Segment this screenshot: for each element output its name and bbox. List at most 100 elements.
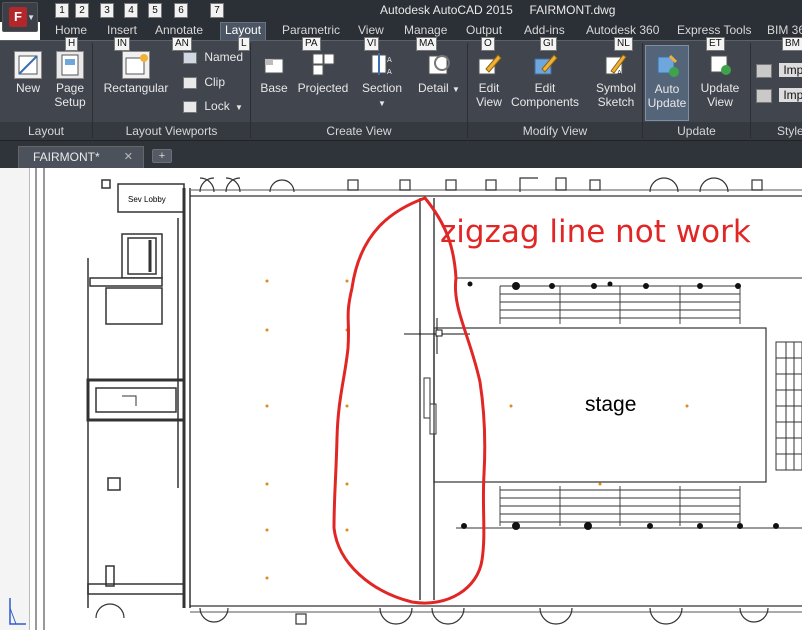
detail-view-button[interactable]: Detail ▼ xyxy=(418,51,460,97)
tab-manage[interactable]: Manage xyxy=(404,23,447,37)
edit-view-icon xyxy=(475,51,503,79)
keytip-view: VI xyxy=(364,37,380,51)
new-layout-label: New xyxy=(15,81,40,95)
update-view-label-line2: View xyxy=(707,95,733,109)
chevron-down-icon: ▼ xyxy=(27,13,35,22)
ucs-icon xyxy=(9,598,26,625)
import-style-button-1[interactable]: Imp xyxy=(756,63,802,78)
auto-update-button[interactable]: Auto Update xyxy=(645,45,689,121)
clip-icon xyxy=(183,76,197,89)
page-setup-button[interactable]: Page Setup xyxy=(50,51,90,109)
document-tab-label: FAIRMONT* xyxy=(33,150,100,164)
detail-view-icon xyxy=(425,51,453,79)
app-name: Autodesk AutoCAD 2015 xyxy=(380,3,513,17)
auto-update-label-line1: Auto xyxy=(654,82,680,96)
panel-title-create-view: Create View xyxy=(251,122,467,140)
quick-access-keytip[interactable]: 3 xyxy=(100,3,114,18)
title-bar: F ▼ 1 2 3 4 5 6 7 Autodesk AutoCAD 2015 … xyxy=(0,0,802,32)
symbol-sketch-button[interactable]: A Symbol Sketch xyxy=(590,51,642,109)
keytip-insert: IN xyxy=(114,37,130,51)
document-tab-fairmont[interactable]: FAIRMONT* ✕ xyxy=(18,146,144,169)
panel-title-layout-viewports: Layout Viewports xyxy=(93,122,250,140)
import-style-button-2[interactable]: Imp xyxy=(756,88,802,103)
tab-express-tools[interactable]: Express Tools xyxy=(677,23,751,37)
base-view-label: Base xyxy=(260,81,288,95)
lock-label: Lock xyxy=(204,99,230,113)
close-icon[interactable]: ✕ xyxy=(124,147,133,168)
named-viewports-icon xyxy=(183,51,197,64)
keytip-annotate: AN xyxy=(172,37,192,51)
rectangular-viewport-button[interactable]: Rectangular xyxy=(100,51,172,95)
edit-view-button[interactable]: Edit View xyxy=(472,51,506,109)
quick-access-keytip[interactable]: 4 xyxy=(124,3,138,18)
tab-insert[interactable]: Insert xyxy=(107,23,137,37)
application-menu-button[interactable]: F ▼ xyxy=(2,2,38,32)
symbol-sketch-icon: A xyxy=(602,51,630,79)
tab-parametric[interactable]: Parametric xyxy=(282,23,340,37)
tab-add-ins[interactable]: Add-ins xyxy=(524,23,565,37)
section-view-label: Section xyxy=(361,81,403,95)
rectangular-viewport-label: Rectangular xyxy=(103,81,169,95)
edit-view-label-line2: View xyxy=(476,95,502,109)
clip-viewport-button[interactable]: Clip xyxy=(183,75,225,89)
panel-title-update: Update xyxy=(643,122,750,140)
keytip-output: O xyxy=(481,37,495,51)
svg-text:A: A xyxy=(387,56,392,64)
edit-components-label-line1: Edit xyxy=(534,81,556,95)
tab-bim-360[interactable]: BIM 36 xyxy=(767,23,802,37)
update-view-label-line1: Update xyxy=(700,81,740,95)
keytip-bim-360: BM xyxy=(782,37,802,51)
update-view-icon xyxy=(706,51,734,79)
projected-view-label: Projected xyxy=(297,81,349,95)
file-name: FAIRMONT.dwg xyxy=(529,3,616,17)
service-wing xyxy=(86,179,191,608)
quick-access-keytip[interactable]: 6 xyxy=(174,3,188,18)
quick-access-keytip[interactable]: 1 xyxy=(55,3,69,18)
seating-rows-north xyxy=(456,277,802,324)
symbol-sketch-label-line1: Symbol xyxy=(595,81,636,95)
lock-viewport-button[interactable]: Lock ▼ xyxy=(183,99,243,115)
quick-access-keytip[interactable]: 7 xyxy=(210,3,224,18)
quick-access-keytip[interactable]: 2 xyxy=(75,3,89,18)
update-view-button[interactable]: Update View xyxy=(695,51,745,109)
edit-view-label-line1: Edit xyxy=(478,81,500,95)
svg-text:A: A xyxy=(617,69,622,77)
edit-components-button[interactable]: Edit Components xyxy=(508,51,582,109)
tab-view[interactable]: View xyxy=(358,23,384,37)
tab-home[interactable]: Home xyxy=(55,23,87,37)
chevron-down-icon: ▼ xyxy=(235,103,243,112)
style-icon xyxy=(756,88,772,103)
south-wall xyxy=(95,603,802,625)
keytip-autodesk-360: NL xyxy=(614,37,633,51)
drawing-canvas[interactable]: zigzag line not work stage Sev Lobby xyxy=(0,168,802,630)
keytip-add-ins: GI xyxy=(540,37,557,51)
tab-output[interactable]: Output xyxy=(466,23,502,37)
ribbon-panel-area: New Page Setup Layout Rectangular Named … xyxy=(0,40,802,140)
import-style-label-2: Imp xyxy=(779,88,802,102)
new-tab-button[interactable]: + xyxy=(152,149,172,163)
new-layout-button[interactable]: New xyxy=(6,51,50,95)
projected-view-button[interactable]: Projected xyxy=(294,51,352,95)
named-viewports-button[interactable]: Named xyxy=(183,50,243,64)
tab-autodesk-360[interactable]: Autodesk 360 xyxy=(586,23,659,37)
stage-label: stage xyxy=(585,393,637,416)
projected-view-icon xyxy=(309,51,337,79)
partition-wall xyxy=(404,198,470,600)
base-view-button[interactable]: Base xyxy=(256,51,292,95)
auto-update-label-line2: Update xyxy=(647,96,687,110)
keytip-layout: L xyxy=(238,37,250,51)
section-view-button[interactable]: AA Section ▼ xyxy=(358,51,406,111)
grid-markers xyxy=(265,279,689,580)
tab-annotate[interactable]: Annotate xyxy=(155,23,203,37)
keytip-home: H xyxy=(65,37,79,51)
style-icon xyxy=(756,63,772,78)
page-setup-icon xyxy=(56,51,84,79)
page-setup-label-line2: Setup xyxy=(54,95,86,109)
window-title: Autodesk AutoCAD 2015 FAIRMONT.dwg xyxy=(380,3,615,17)
red-freehand-loop xyxy=(332,196,487,605)
svg-text:A: A xyxy=(387,68,392,76)
section-view-icon: AA xyxy=(368,51,396,79)
panel-title-modify-view: Modify View xyxy=(468,122,642,140)
quick-access-keytip[interactable]: 5 xyxy=(148,3,162,18)
edit-components-label-line2: Components xyxy=(510,95,580,109)
